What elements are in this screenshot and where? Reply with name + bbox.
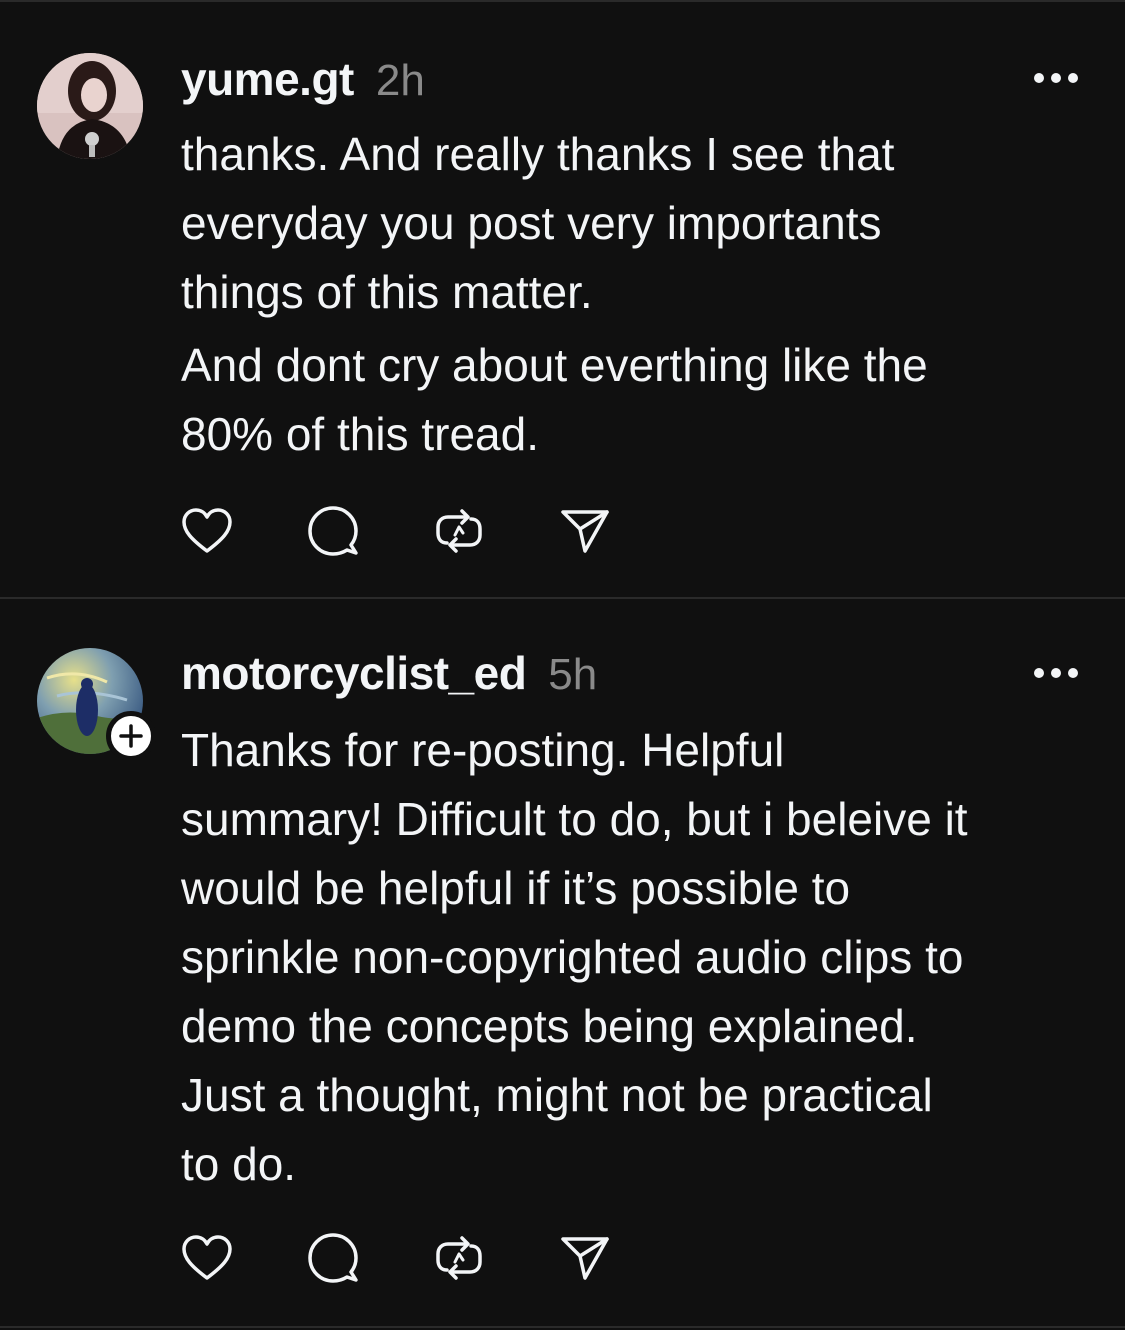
text-line: sprinkle non-copyrighted audio clips to bbox=[181, 931, 964, 983]
username[interactable]: motorcyclist_ed bbox=[181, 646, 527, 700]
like-button[interactable] bbox=[181, 1232, 233, 1284]
post: motorcyclist_ed 5h Thanks for re-posting… bbox=[0, 599, 1125, 1326]
action-bar bbox=[181, 505, 611, 557]
timestamp: 5h bbox=[548, 650, 598, 699]
comment-icon bbox=[308, 506, 358, 556]
text-line: everyday you post very importants bbox=[181, 197, 882, 249]
plus-icon bbox=[119, 724, 143, 748]
username[interactable]: yume.gt bbox=[181, 52, 354, 106]
comment-button[interactable] bbox=[307, 505, 359, 557]
post-header: yume.gt 2h bbox=[181, 52, 425, 106]
text-line: to do. bbox=[181, 1138, 297, 1190]
text-line: Thanks for re-posting. Helpful bbox=[181, 724, 785, 776]
more-options-icon[interactable] bbox=[1034, 71, 1078, 85]
follow-button[interactable] bbox=[106, 711, 156, 761]
text-line: thanks. And really thanks I see that bbox=[181, 128, 895, 180]
like-button[interactable] bbox=[181, 505, 233, 557]
repost-icon bbox=[436, 509, 482, 553]
repost-icon bbox=[436, 1236, 482, 1280]
text-line: summary! Difficult to do, but i beleive … bbox=[181, 793, 968, 845]
share-button[interactable] bbox=[559, 505, 611, 557]
timestamp: 2h bbox=[375, 56, 425, 105]
share-button[interactable] bbox=[559, 1232, 611, 1284]
text-line: things of this matter. bbox=[181, 266, 593, 318]
avatar[interactable] bbox=[37, 53, 143, 159]
text-line: would be helpful if it’s possible to bbox=[181, 862, 851, 914]
comment-icon bbox=[308, 1233, 358, 1283]
post-text: thanks. And really thanks I see that eve… bbox=[181, 120, 1091, 469]
profile-photo-icon bbox=[37, 53, 143, 159]
text-line: 80% of this tread. bbox=[181, 408, 539, 460]
share-icon bbox=[561, 1237, 609, 1280]
text-line: demo the concepts being explained. bbox=[181, 1000, 918, 1052]
thread-feed: yume.gt 2h thanks. And really thanks I s… bbox=[0, 0, 1125, 1330]
action-bar bbox=[181, 1232, 611, 1284]
text-line: Just a thought, might not be practical bbox=[181, 1069, 933, 1121]
more-options-icon[interactable] bbox=[1034, 666, 1078, 680]
repost-button[interactable] bbox=[433, 1232, 485, 1284]
heart-icon bbox=[182, 508, 232, 553]
text-line: And dont cry about everthing like the bbox=[181, 339, 928, 391]
post-header: motorcyclist_ed 5h bbox=[181, 646, 597, 700]
repost-button[interactable] bbox=[433, 505, 485, 557]
post-text: Thanks for re-posting. Helpful summary! … bbox=[181, 716, 1091, 1199]
comment-button[interactable] bbox=[307, 1232, 359, 1284]
post: yume.gt 2h thanks. And really thanks I s… bbox=[0, 0, 1125, 597]
bottom-divider bbox=[0, 1326, 1125, 1328]
heart-icon bbox=[182, 1235, 232, 1280]
share-icon bbox=[561, 510, 609, 553]
